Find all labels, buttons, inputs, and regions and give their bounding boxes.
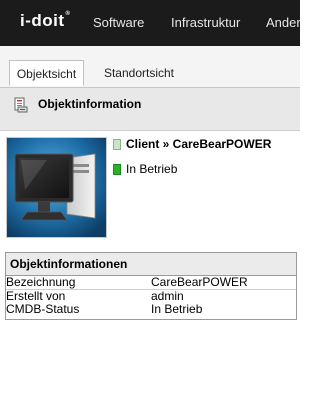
nav-item-software[interactable]: Software <box>93 15 144 30</box>
row-value: In Betrieb <box>151 302 203 316</box>
section-header: Objektinformation <box>0 88 300 131</box>
object-info-icon <box>13 97 29 118</box>
object-info-table: Objektinformationen Bezeichnung CareBear… <box>5 252 297 320</box>
row-label: Bezeichnung <box>6 275 76 289</box>
object-title: Client » CareBearPOWER <box>126 137 272 151</box>
client-computer-icon <box>6 137 107 238</box>
row-value: CareBearPOWER <box>151 275 248 289</box>
logo-text: i-doit <box>20 11 65 30</box>
table-row: Bezeichnung CareBearPOWER <box>6 276 296 290</box>
tab-standortsicht[interactable]: Standortsicht <box>95 60 183 86</box>
view-tabs: Objektsicht Standortsicht <box>0 46 300 88</box>
info-table-title: Objektinformationen <box>6 253 296 276</box>
section-title: Objektinformation <box>38 97 142 111</box>
status-indicator <box>113 164 121 175</box>
row-label: CMDB-Status <box>6 302 80 316</box>
top-navigation: i-doit® Software Infrastruktur Anderes <box>0 0 300 46</box>
logo-registered-mark: ® <box>65 11 71 17</box>
tab-objektsicht[interactable]: Objektsicht <box>9 60 84 86</box>
object-type-indicator <box>113 139 121 150</box>
nav-item-anderes[interactable]: Anderes <box>266 15 300 30</box>
app-logo[interactable]: i-doit® <box>20 11 70 31</box>
table-row: CMDB-Status In Betrieb <box>6 303 296 316</box>
object-status: In Betrieb <box>126 162 178 176</box>
nav-item-infrastruktur[interactable]: Infrastruktur <box>171 15 240 30</box>
